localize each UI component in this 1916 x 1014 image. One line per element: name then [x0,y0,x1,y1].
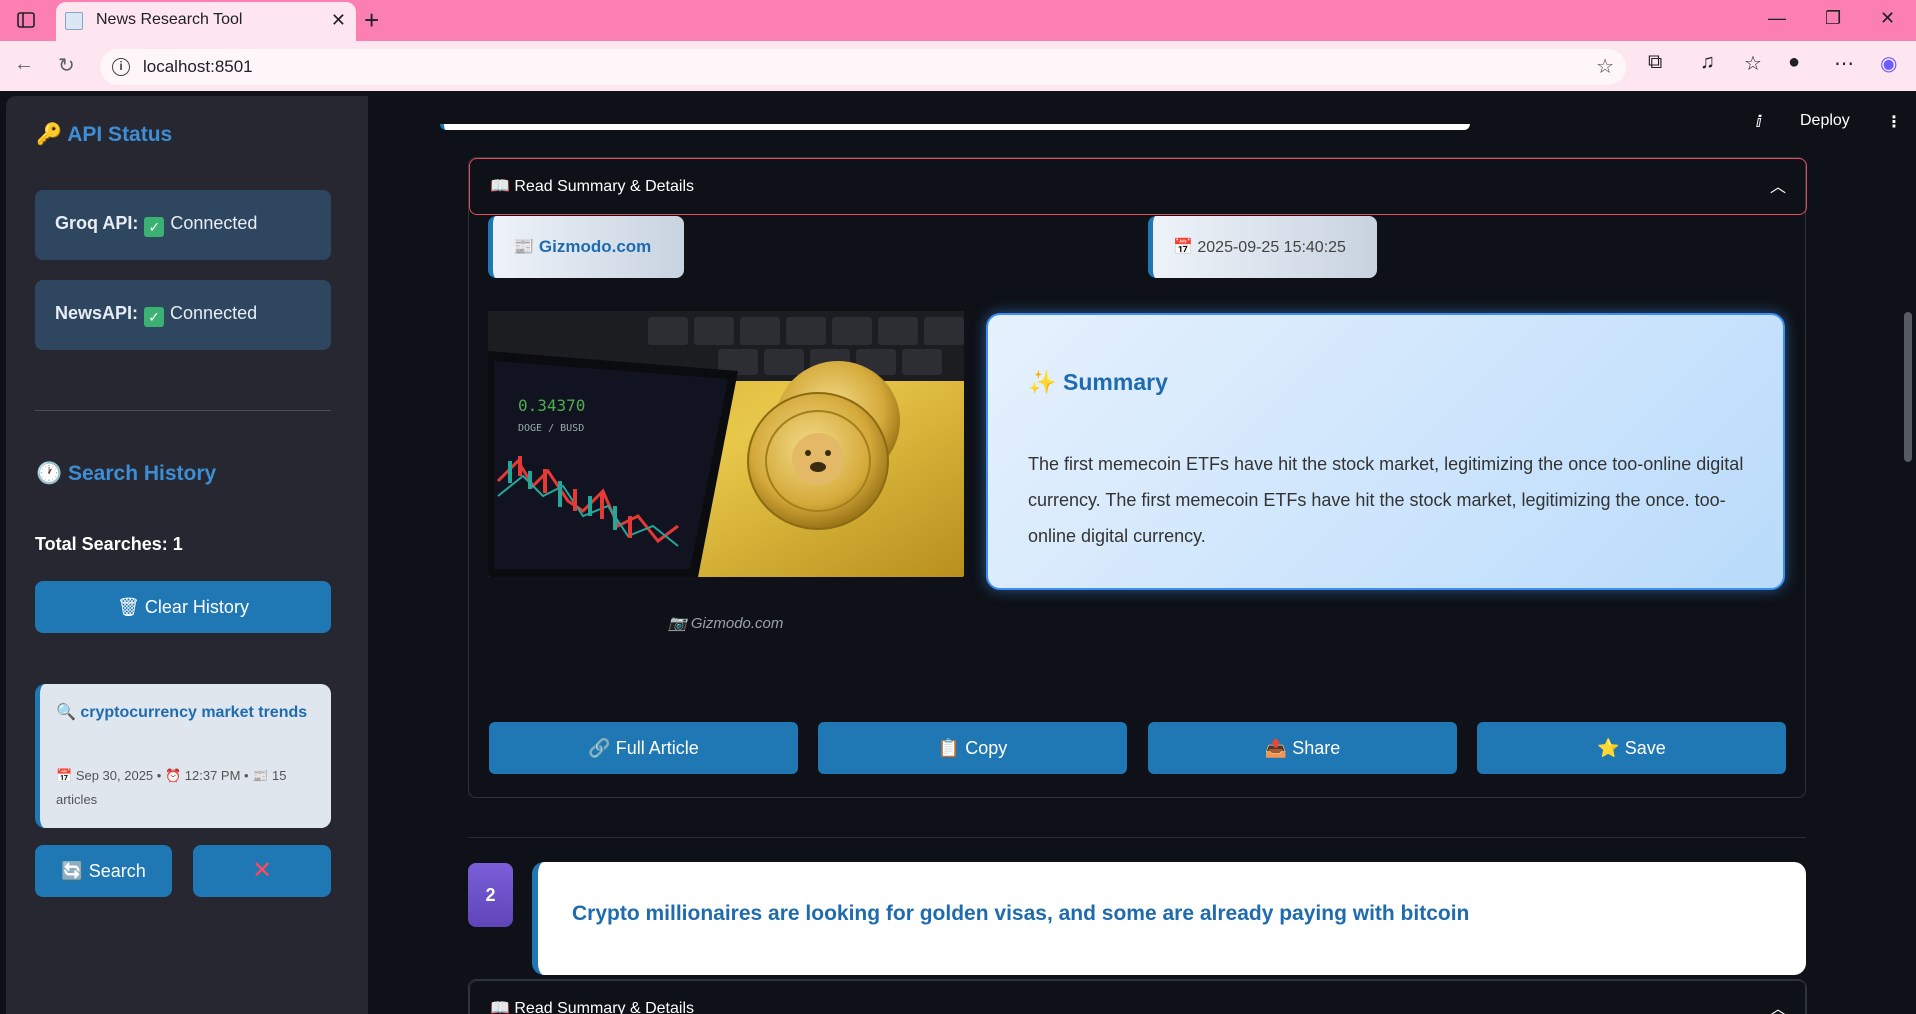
article-separator [468,837,1806,838]
calendar-icon: 📅 [1173,239,1193,256]
info-icon[interactable]: ⅈ [1756,112,1761,132]
history-query: cryptocurrency market trends [80,704,308,721]
summary-text: The first memecoin ETFs have hit the sto… [1028,454,1744,546]
reload-icon[interactable]: ↻ [58,53,75,78]
groq-status: Connected [170,213,258,233]
media-icon[interactable]: ♫ [1700,51,1715,74]
share-button[interactable]: 📤 Share [1148,722,1457,774]
groq-label: Groq API: [55,213,139,233]
article-expander: 📖 Read Summary & Details ︿ [468,979,1807,1014]
book-icon: 📖 [490,178,510,195]
trash-icon: 🗑 [117,597,140,617]
deploy-button[interactable]: Deploy [1800,112,1850,130]
check-icon: ✓ [144,307,165,327]
copy-button[interactable]: 📋 Copy [818,722,1127,774]
expander-title: Read Summary & Details [514,1000,694,1014]
tab-title: News Research Tool [96,11,243,28]
bookmark-star-icon[interactable]: ☆ [1596,54,1614,79]
total-searches: Total Searches: 1 [35,534,183,554]
profile-avatar-icon[interactable]: ● [1788,51,1800,74]
newsapi-label: NewsAPI: [55,303,139,323]
source-chip: 📰 Gizmodo.com [488,216,684,278]
source-name: Gizmodo.com [538,237,652,256]
article-title[interactable]: Crypto millionaires are looking for gold… [572,902,1469,926]
sidebar-divider [35,410,331,411]
history-meta: 📅 Sep 30, 2025 • ⏰ 12:37 PM • 📰 15 artic… [56,768,287,807]
address-bar-row: ← ↻ i localhost:8501 ☆ ⧉ ♫ ☆ ● ⋯ ◉ [0,41,1916,91]
history-count-unit: articles [56,792,98,807]
history-item-card[interactable]: 🔍 cryptocurrency market trends 📅 Sep 30,… [35,684,331,828]
key-icon: 🔑 [36,123,63,146]
copilot-icon[interactable]: ◉ [1880,51,1897,76]
app-menu-icon[interactable]: ⋮ [1886,112,1902,132]
link-icon: 🔗 [588,738,611,758]
api-status-heading: 🔑 API Status [36,123,173,146]
camera-icon: 📷 [668,615,687,632]
scrollbar-thumb[interactable] [1904,312,1912,462]
browser-tab[interactable]: News Research Tool ✕ [56,2,356,41]
close-icon: ✕ [251,857,273,884]
summary-card: ✨ Summary The first memecoin ETFs have h… [986,313,1785,590]
new-tab-button[interactable]: + [364,5,379,36]
star-icon: ⭐ [1597,738,1620,758]
minimize-icon[interactable]: — [1768,8,1786,29]
close-window-icon[interactable]: ✕ [1880,8,1895,29]
newspaper-favicon-icon [65,12,83,30]
sidebar: 🔑 API Status Groq API: ✓ Connected NewsAPI… [6,96,368,1014]
main-content: ⅈ Deploy ⋮ 📖 Read Summary & Details ︿ 📰 … [368,96,1916,1014]
history-time: 12:37 PM [184,768,241,783]
summary-title: Summary [1063,369,1168,395]
newsapi-status: Connected [170,303,258,323]
search-history-heading: 🕐 Search History [36,462,217,485]
chevron-up-icon[interactable]: ︿ [1770,995,1786,1014]
article-card: Crypto millionaires are looking for gold… [532,862,1806,975]
rerun-search-button[interactable]: 🔄 Search [35,845,172,897]
favorites-icon[interactable]: ☆ [1744,51,1762,76]
clock-icon: 🕐 [36,462,63,485]
full-article-button[interactable]: 🔗 Full Article [489,722,798,774]
book-icon: 📖 [490,1000,510,1014]
article-number-badge: 2 [468,863,513,927]
search-icon: 🔍 [56,704,76,721]
save-button[interactable]: ⭐ Save [1477,722,1786,774]
more-menu-icon[interactable]: ⋯ [1834,51,1854,76]
history-count: 15 [272,768,287,783]
calendar-icon: 📅 [56,768,73,783]
delete-history-item-button[interactable]: ✕ [193,845,331,897]
alarm-icon: ⏰ [164,768,182,783]
clear-history-button[interactable]: 🗑 Clear History [35,581,331,633]
newspaper-icon: 📰 [252,768,269,783]
browser-tab-bar: News Research Tool ✕ + — ❐ ✕ [0,0,1916,41]
published-date: 2025-09-25 15:40:25 [1197,239,1346,256]
history-date: Sep 30, 2025 [75,768,154,783]
clipboard-icon: 📋 [937,738,961,758]
sidebar-toggle-icon[interactable] [16,10,36,30]
back-icon[interactable]: ← [14,53,34,76]
check-icon: ✓ [144,217,165,237]
restore-icon[interactable]: ❐ [1825,8,1841,29]
expander-header[interactable]: 📖 Read Summary & Details ︿ [469,158,1807,215]
svg-text:0.34370: 0.34370 [518,396,585,415]
article-card-edge [440,124,1470,130]
share-icon: 📤 [1264,738,1288,758]
refresh-icon: 🔄 [61,861,84,881]
sparkles-icon: ✨ [1028,369,1057,395]
groq-status-box: Groq API: ✓ Connected [35,190,331,260]
article-image: 0.34370 DOGE / BUSD [488,311,964,577]
newspaper-icon: 📰 [513,237,535,256]
chevron-up-icon[interactable]: ︿ [1770,173,1786,197]
close-tab-icon[interactable]: ✕ [331,10,346,31]
date-chip: 📅 2025-09-25 15:40:25 [1148,216,1377,278]
url-text: localhost:8501 [143,57,253,76]
expander-header[interactable]: 📖 Read Summary & Details ︿ [469,980,1807,1014]
url-field[interactable]: i localhost:8501 ☆ [100,49,1626,85]
expander-title: Read Summary & Details [514,178,694,195]
newsapi-status-box: NewsAPI: ✓ Connected [35,280,331,350]
extensions-icon[interactable]: ⧉ [1648,51,1662,74]
svg-text:DOGE / BUSD: DOGE / BUSD [518,423,584,434]
image-caption: 📷 Gizmodo.com [668,615,784,632]
site-info-icon[interactable]: i [112,58,130,76]
